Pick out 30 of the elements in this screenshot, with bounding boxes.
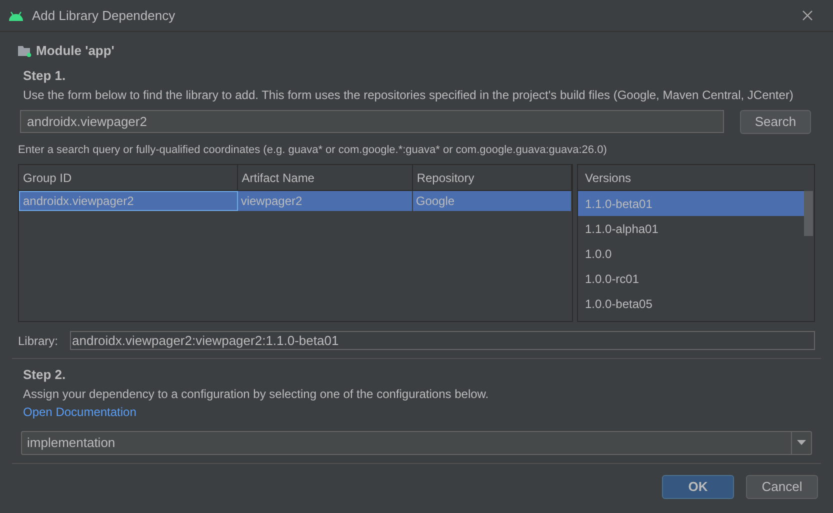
table-cell: viewpager2 [238, 191, 413, 211]
version-item[interactable]: 1.0.0-beta05 [578, 291, 804, 316]
step-heading: Step 1. [23, 67, 67, 85]
step-description: Assign your dependency to a configuration by selecting one of the configurations below. [23, 386, 490, 402]
window-title: Add Library Dependency [32, 6, 176, 25]
step-description: Use the form below to find the library to add. This form uses the repositories specified in the project's build files (Google, Maven Central, JCenter) [23, 86, 794, 104]
version-item[interactable]: 1.1.0-alpha01 [578, 216, 804, 241]
version-item[interactable]: 1.0.0 [578, 241, 804, 266]
table-cell: androidx.viewpager2 [19, 191, 238, 211]
search-hint: Enter a search query or fully-qualified coordinates (e.g. guava* or com.google.*:guava* or com.google.guava:guava:26.0) [18, 142, 608, 158]
search-field[interactable]: androidx.viewpager2 [20, 110, 724, 133]
configuration-dropdown[interactable]: implementation [21, 430, 812, 454]
search-button[interactable]: Search [740, 110, 811, 134]
android-icon [8, 10, 24, 22]
column-header[interactable]: Group ID [19, 165, 238, 190]
dialog-button[interactable]: OK [662, 474, 734, 498]
version-item[interactable]: 1.0.0-rc01 [578, 266, 804, 291]
scrollbar-thumb[interactable] [804, 191, 813, 236]
step-heading: Step 2. [23, 366, 67, 384]
close-icon [802, 10, 812, 21]
library-label: Library: [18, 332, 58, 350]
column-header[interactable]: Repository [412, 165, 572, 190]
documentation-link[interactable]: Open Documentation [23, 402, 136, 420]
module-folder-icon [18, 45, 32, 57]
module-label: Module 'app' [36, 42, 114, 60]
dialog-button[interactable]: Cancel [746, 474, 818, 498]
library-field[interactable]: androidx.viewpager2:viewpager2:1.1.0-beta01 [70, 331, 815, 350]
column-header[interactable]: Artifact Name [238, 165, 413, 190]
dropdown-arrow-icon [797, 440, 806, 445]
table-cell: Google [412, 191, 572, 211]
